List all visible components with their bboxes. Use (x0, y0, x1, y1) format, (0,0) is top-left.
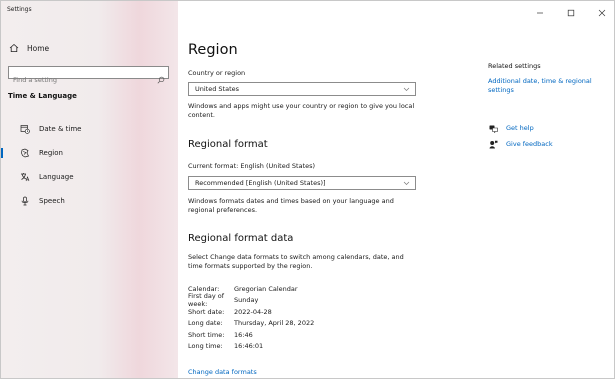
format-data-row: Short time: 16:46 (188, 329, 314, 341)
help-chat-icon (488, 123, 498, 133)
sidebar-item-label: Date & time (39, 125, 82, 133)
format-data-key: Long time: (188, 342, 223, 351)
sidebar-item-label: Region (39, 149, 63, 157)
microphone-icon (20, 196, 30, 206)
search-box[interactable] (8, 66, 169, 86)
format-data-value: Sunday (234, 296, 259, 305)
format-data-value: 2022-04-28 (234, 307, 272, 316)
format-data-heading: Regional format data (188, 233, 294, 244)
home-icon (9, 43, 19, 53)
give-feedback-label: Give feedback (506, 140, 553, 148)
related-settings-title: Related settings (488, 62, 541, 70)
format-data-value: 16:46 (234, 330, 253, 339)
give-feedback-link[interactable]: Give feedback (488, 139, 553, 149)
chevron-down-icon (403, 86, 410, 92)
language-icon (20, 172, 30, 182)
sidebar-item-region[interactable]: Region (1, 141, 178, 165)
country-dropdown[interactable]: United States (188, 82, 416, 96)
format-data-description: Select Change data formats to switch amo… (188, 253, 404, 270)
change-data-formats-link[interactable]: Change data formats (188, 368, 257, 376)
calendar-clock-icon (20, 124, 30, 134)
window-controls (536, 9, 606, 17)
sidebar-item-label: Language (39, 173, 74, 181)
page-title: Region (188, 42, 238, 58)
search-icon[interactable] (157, 69, 165, 84)
home-nav-item[interactable]: Home (9, 43, 49, 53)
sidebar-item-speech[interactable]: Speech (1, 189, 178, 213)
minimize-icon[interactable] (536, 9, 544, 17)
format-data-key: First day of week: (188, 292, 225, 309)
format-data-value: Gregorian Calendar (234, 284, 298, 293)
additional-settings-link[interactable]: Additional date, time & regional setting… (488, 77, 610, 95)
sidebar-item-language[interactable]: Language (1, 165, 178, 189)
regional-format-description: Windows formats dates and times based on… (188, 197, 394, 214)
section-title: Time & Language (8, 92, 77, 100)
format-data-key: Short time: (188, 330, 225, 339)
close-icon[interactable] (598, 9, 606, 17)
region-globe-icon (20, 148, 30, 158)
country-value: United States (195, 85, 240, 93)
feedback-person-icon (488, 139, 498, 149)
sidebar: Settings Home Time & Language Date & tim… (1, 1, 178, 378)
maximize-icon[interactable] (567, 9, 575, 17)
regional-format-dropdown[interactable]: Recommended [English (United States)] (188, 176, 416, 190)
format-data-value: Thursday, April 28, 2022 (234, 319, 315, 328)
format-data-row: Long date: Thursday, April 28, 2022 (188, 318, 314, 330)
regional-format-heading: Regional format (188, 139, 268, 150)
window-title: Settings (7, 6, 32, 13)
country-label: Country or region (188, 69, 246, 77)
country-description: Windows and apps might use your country … (188, 102, 415, 119)
format-data-row: First day of week: Sunday (188, 292, 314, 309)
home-label: Home (27, 43, 50, 53)
format-data-key: Long date: (188, 319, 223, 328)
get-help-label: Get help (506, 124, 534, 132)
format-data-row: Long time: 16:46:01 (188, 341, 314, 353)
format-data-value: 16:46:01 (234, 342, 264, 351)
format-data-table: Calendar: Gregorian Calendar First day o… (188, 283, 314, 352)
format-data-key: Short date: (188, 307, 225, 316)
main-content: Region Country or region United States W… (178, 1, 614, 378)
sidebar-nav: Date & time Region Language Speech (1, 117, 178, 213)
search-input[interactable] (9, 74, 153, 86)
settings-window: Settings Home Time & Language Date & tim… (0, 0, 615, 379)
sidebar-item-date-time[interactable]: Date & time (1, 117, 178, 141)
get-help-link[interactable]: Get help (488, 123, 534, 133)
format-data-row: Short date: 2022-04-28 (188, 306, 314, 318)
sidebar-item-label: Speech (39, 197, 65, 205)
chevron-down-icon (403, 180, 410, 186)
current-format-label: Current format: English (United States) (188, 162, 316, 170)
regional-format-value: Recommended [English (United States)] (195, 179, 326, 187)
